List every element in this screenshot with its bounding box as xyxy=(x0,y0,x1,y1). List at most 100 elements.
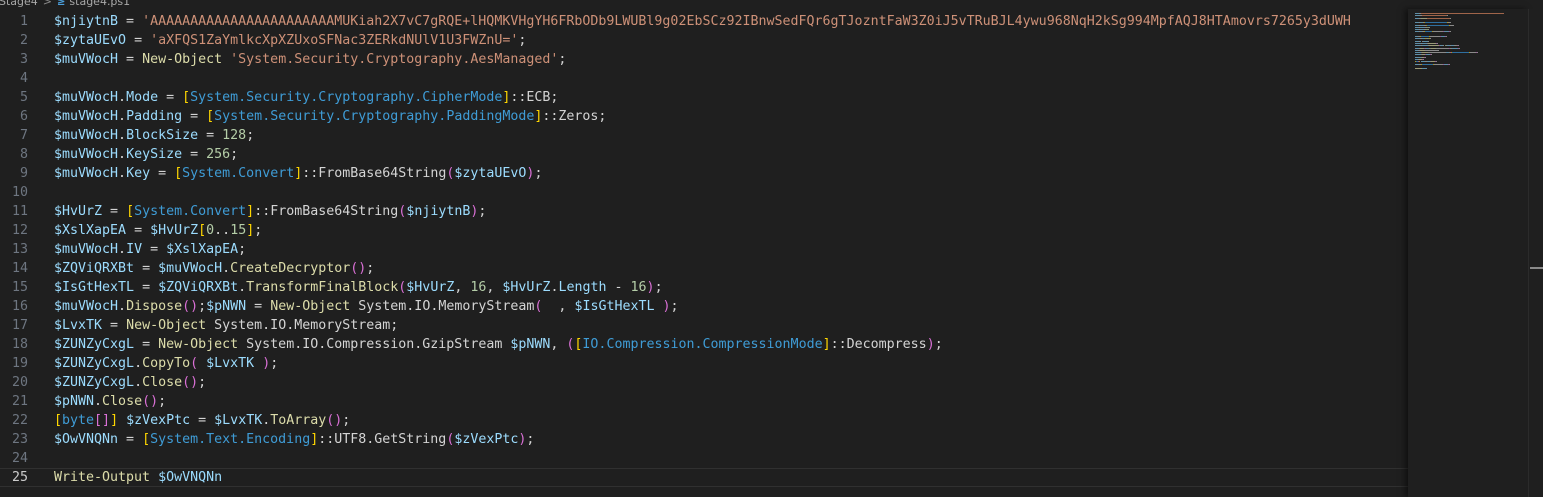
code-token: . xyxy=(118,109,127,124)
code-token: System.IO.MemoryStream xyxy=(350,299,535,314)
code-line[interactable]: 22 [byte[]] $zVexPtc = $LvxTK.ToArray(); xyxy=(0,411,1408,430)
code-line[interactable]: 19 $ZUNZyCxgL.CopyTo( $LvxTK ); xyxy=(0,354,1408,373)
line-number: 8 xyxy=(19,147,28,162)
code-token: ::Zeros; xyxy=(542,109,607,124)
minimap-token xyxy=(1421,15,1447,17)
code-token: $zytaUEvO xyxy=(54,33,127,48)
line-number: 12 xyxy=(11,223,28,238)
code-line[interactable]: 8 $muVWocH.KeySize = 256; xyxy=(0,145,1408,164)
code-token: ::UTF8.GetString xyxy=(318,432,447,447)
code-token: Mode xyxy=(126,90,159,105)
minimap-token xyxy=(1428,45,1440,47)
code-token: $njiytnB xyxy=(406,204,471,219)
line-number: 17 xyxy=(11,318,28,333)
code-token: Length xyxy=(558,280,607,295)
code-line[interactable]: 20 $ZUNZyCxgL.Close(); xyxy=(0,373,1408,392)
minimap[interactable] xyxy=(1408,9,1528,497)
minimap-token xyxy=(1429,36,1440,37)
code-token: $muVWocH xyxy=(54,109,119,124)
code-line[interactable]: 18 $ZUNZyCxgL = New-Object System.IO.Comp… xyxy=(0,335,1408,354)
code-token: Write-Output xyxy=(54,470,151,485)
code-line[interactable]: 9 $muVWocH.Key = [System.Convert]::FromBa… xyxy=(0,164,1408,183)
code-line[interactable]: 24 xyxy=(0,449,1408,468)
code-line[interactable]: 14 $ZQViQRXBt = $muVWocH.CreateDecryptor(… xyxy=(0,259,1408,278)
code-token: $XslXapEA xyxy=(166,242,239,257)
code-text: $OwVNQNn = [System.Text.Encoding]::UTF8.… xyxy=(54,430,534,449)
line-number: 3 xyxy=(19,52,28,67)
code-token: . xyxy=(118,147,127,162)
code-line[interactable]: 23 $OwVNQNn = [System.Text.Encoding]::UTF… xyxy=(0,430,1408,449)
minimap-token xyxy=(1469,52,1477,54)
code-token: . xyxy=(238,280,247,295)
line-number: 24 xyxy=(11,451,28,466)
line-number: 2 xyxy=(19,33,28,48)
breadcrumb: Stage4 > ≥ stage4.ps1 xyxy=(0,0,1543,9)
code-token: 'AAAAAAAAAAAAAAAAAAAAAAAMUKiah2X7vC7gRQE… xyxy=(142,14,1351,29)
minimap-token xyxy=(1452,47,1458,49)
code-text: $muVWocH.Key = [System.Convert]::FromBas… xyxy=(54,164,542,183)
minimap-token xyxy=(1433,31,1444,33)
code-line[interactable]: 25 Write-Output $OwVNQNn xyxy=(0,468,1408,487)
code-line[interactable]: 16 $muVWocH.Dispose();$pNWN = New-Object … xyxy=(0,297,1408,316)
code-line[interactable]: 12 $XslXapEA = $HvUrZ[0..15]; xyxy=(0,221,1408,240)
code-line[interactable]: 5 $muVWocH.Mode = [System.Security.Crypto… xyxy=(0,88,1408,107)
code-line[interactable]: 1 $njiytnB = 'AAAAAAAAAAAAAAAAAAAAAAAMUKi… xyxy=(0,12,1408,31)
minimap-token xyxy=(1434,63,1443,65)
line-number: 25 xyxy=(11,470,28,485)
code-token: KeySize xyxy=(126,147,183,162)
code-token: 0 xyxy=(206,223,215,238)
code-token: ; xyxy=(254,223,263,238)
code-line[interactable]: 6 $muVWocH.Padding = [System.Security.Cry… xyxy=(0,107,1408,126)
line-number: 16 xyxy=(11,299,28,314)
code-token: System.Security.Cryptography.CipherMode xyxy=(190,90,503,105)
code-token: $pNWN xyxy=(206,299,247,314)
code-editor[interactable]: 1 $njiytnB = 'AAAAAAAAAAAAAAAAAAAAAAAMUKi… xyxy=(0,9,1408,497)
code-line[interactable]: 2 $zytaUEvO = 'aXFQS1ZaYmlkcXpXZUxoSFNac3… xyxy=(0,31,1408,50)
code-token: Close xyxy=(142,375,183,390)
code-token: () xyxy=(182,375,199,390)
code-line[interactable]: 21 $pNWN.Close(); xyxy=(0,392,1408,411)
minimap-token xyxy=(1458,45,1460,47)
minimap-token xyxy=(1425,22,1447,24)
code-token: IV xyxy=(126,242,143,257)
code-token: = xyxy=(118,14,143,29)
minimap-token xyxy=(1436,61,1438,63)
code-token: New-Object xyxy=(126,318,207,333)
minimap-token xyxy=(1422,68,1427,70)
code-token: = xyxy=(102,318,127,333)
code-token: $pNWN xyxy=(54,394,95,409)
code-token: ::ECB; xyxy=(510,90,559,105)
code-token: System.Convert xyxy=(134,204,247,219)
code-line[interactable]: 4 xyxy=(0,69,1408,88)
breadcrumb-file[interactable]: stage4.ps1 xyxy=(69,0,130,9)
code-token: $ZUNZyCxgL xyxy=(54,356,135,371)
code-token: ; xyxy=(526,432,535,447)
minimap-token xyxy=(1431,54,1433,56)
code-line[interactable]: 3 $muVWocH = New-Object 'System.Security.… xyxy=(0,50,1408,69)
code-token: () xyxy=(182,299,199,314)
minimap-token xyxy=(1445,36,1447,37)
code-token: = xyxy=(182,147,207,162)
minimap-token xyxy=(1477,52,1479,54)
vertical-scrollbar[interactable] xyxy=(1528,9,1543,497)
code-token: $muVWocH xyxy=(54,242,119,257)
line-number: 6 xyxy=(19,109,28,124)
code-line[interactable]: 13 $muVWocH.IV = $XslXapEA; xyxy=(0,240,1408,259)
minimap-token xyxy=(1421,13,1505,14)
code-line[interactable]: 15 $IsGtHexTL = $ZQViQRXBt.TransformFinal… xyxy=(0,278,1408,297)
code-token: , xyxy=(542,299,575,314)
code-line[interactable]: 11 $HvUrZ = [System.Convert]::FromBase64S… xyxy=(0,202,1408,221)
minimap-token xyxy=(1459,47,1461,49)
code-line[interactable]: 10 xyxy=(0,183,1408,202)
code-token: ] xyxy=(246,204,255,219)
minimap-token xyxy=(1415,68,1422,70)
code-line[interactable]: 7 $muVWocH.BlockSize = 128; xyxy=(0,126,1408,145)
code-line[interactable]: 17 $LvxTK = New-Object System.IO.MemorySt… xyxy=(0,316,1408,335)
breadcrumb-folder[interactable]: Stage4 xyxy=(0,0,38,9)
code-token: $HvUrZ xyxy=(502,280,551,295)
code-token: - xyxy=(606,280,631,295)
code-token: ; xyxy=(246,128,255,143)
code-token: = xyxy=(150,166,175,181)
code-token: . xyxy=(118,90,127,105)
